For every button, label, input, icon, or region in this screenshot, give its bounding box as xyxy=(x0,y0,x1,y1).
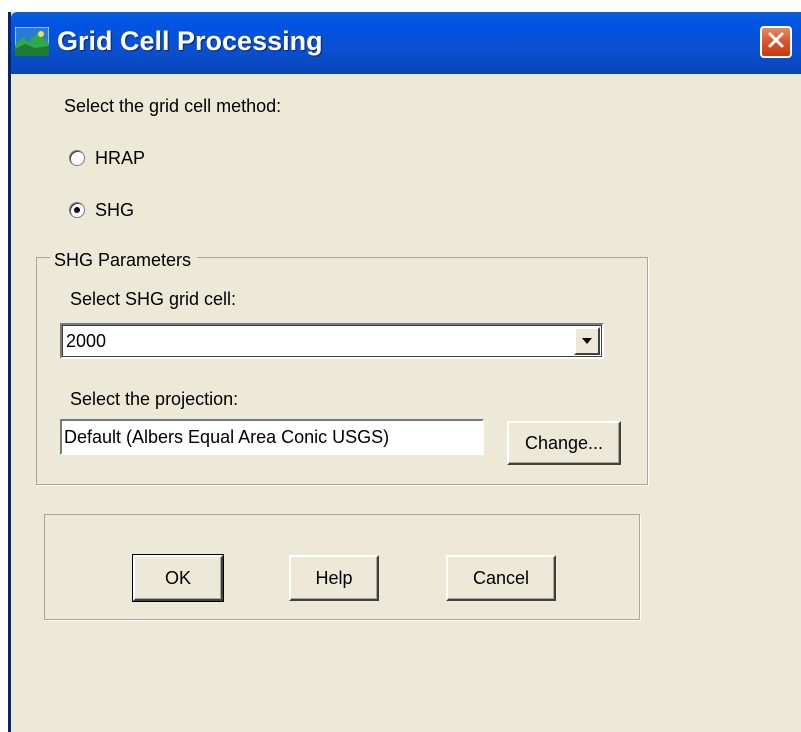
chevron-down-icon xyxy=(581,332,593,350)
radio-selected-dot xyxy=(74,207,80,213)
radio-hrap-label[interactable]: HRAP xyxy=(95,148,145,169)
projection-input[interactable] xyxy=(64,424,476,450)
radio-shg-button[interactable] xyxy=(69,202,85,218)
grid-cell-value: 2000 xyxy=(66,331,107,351)
map-app-icon xyxy=(14,26,50,57)
close-icon xyxy=(767,31,785,54)
ok-button[interactable]: OK xyxy=(132,554,224,602)
radio-shg-label[interactable]: SHG xyxy=(95,200,134,221)
dropdown-arrow-button[interactable] xyxy=(574,327,600,355)
grid-cell-label: Select SHG grid cell: xyxy=(70,289,237,309)
grid-cell-dropdown[interactable]: 2000 xyxy=(60,323,604,359)
change-projection-button[interactable]: Change... xyxy=(507,421,621,465)
cancel-button[interactable]: Cancel xyxy=(446,555,556,601)
projection-field[interactable] xyxy=(60,419,484,455)
method-prompt: Select the grid cell method: xyxy=(64,96,282,116)
radio-hrap-button[interactable] xyxy=(69,150,85,166)
close-button[interactable] xyxy=(760,26,792,58)
help-button[interactable]: Help xyxy=(289,555,379,601)
projection-label: Select the projection: xyxy=(70,389,239,409)
title-bar[interactable]: Grid Cell Processing xyxy=(11,12,801,74)
shg-parameters-legend: SHG Parameters xyxy=(50,250,198,271)
window-title: Grid Cell Processing xyxy=(57,26,323,56)
